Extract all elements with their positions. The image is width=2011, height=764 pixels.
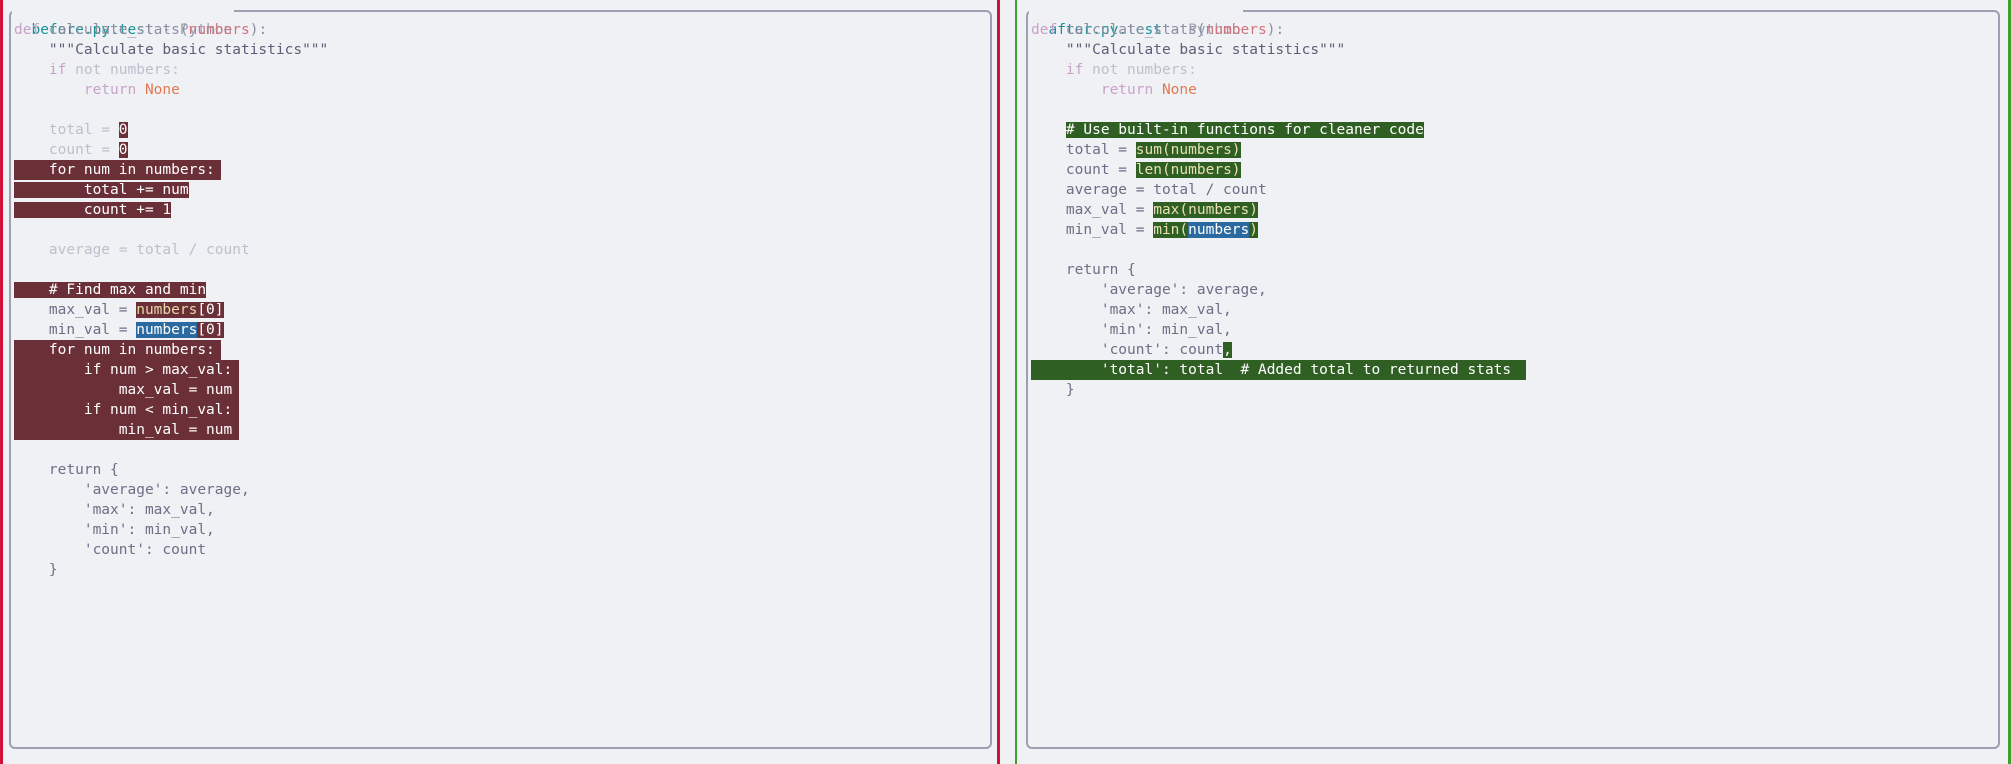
- code-line: 'average': average,: [1031, 282, 1267, 298]
- code-line: average = total / count: [14, 242, 250, 258]
- selected-token: numbers: [136, 322, 198, 338]
- removed-line: for num in numbers:: [14, 342, 215, 358]
- code-line: """Calculate basic statistics""": [1031, 42, 1346, 58]
- before-code-area[interactable]: def calculate_stats(numbers): """Calcula…: [14, 20, 328, 580]
- code-line: if not numbers:: [1031, 62, 1197, 78]
- removed-line: if num > max_val:: [14, 362, 233, 378]
- removed-line: for num in numbers:: [14, 162, 215, 178]
- selected-token: numbers: [1188, 222, 1250, 238]
- removed-line: max_val = num: [14, 382, 233, 398]
- code-line: 'count': count: [14, 542, 207, 558]
- removed-comment-line: # Find max and min: [14, 282, 207, 298]
- removed-accent-bar-left: [0, 0, 3, 764]
- code-line: """Calculate basic statistics""": [14, 42, 329, 58]
- after-code-area[interactable]: def calculate_stats(numbers): """Calcula…: [1031, 20, 1512, 400]
- removed-line: total += num: [14, 182, 189, 198]
- removed-line: count += 1: [14, 202, 172, 218]
- code-line: }: [1031, 382, 1075, 398]
- code-line: min_val = numbers[0]: [14, 322, 224, 338]
- code-line: count = 0: [14, 142, 128, 158]
- after-pane-title: after.py.test - Python: [1029, 0, 1243, 38]
- before-pane-title: before.py.test - Python: [12, 0, 235, 38]
- code-line: min_val = min(numbers): [1031, 222, 1258, 238]
- code-line: max_val = max(numbers): [1031, 202, 1258, 218]
- code-line: total = sum(numbers): [1031, 142, 1241, 158]
- code-line: 'average': average,: [14, 482, 250, 498]
- code-line: return {: [14, 462, 119, 478]
- removed-line: if num < min_val:: [14, 402, 233, 418]
- code-line: 'min': min_val,: [14, 522, 215, 538]
- code-line: 'max': max_val,: [1031, 302, 1232, 318]
- added-accent-bar-left: [1015, 0, 1017, 764]
- code-line: 'min': min_val,: [1031, 322, 1232, 338]
- code-line: def calculate_stats(numbers):: [14, 22, 268, 38]
- removed-line: min_val = num: [14, 422, 233, 438]
- code-line: def calculate_stats(numbers):: [1031, 22, 1285, 38]
- code-line: total = 0: [14, 122, 128, 138]
- code-line: count = len(numbers): [1031, 162, 1241, 178]
- code-line: return None: [1031, 82, 1197, 98]
- removed-accent-bar-right: [997, 0, 1000, 764]
- code-line: average = total / count: [1031, 182, 1267, 198]
- code-line: return {: [1031, 262, 1136, 278]
- added-comment-line: # Use built-in functions for cleaner cod…: [1065, 122, 1424, 138]
- added-line: 'total': total # Added total to returned…: [1031, 362, 1512, 378]
- code-line: if not numbers:: [14, 62, 180, 78]
- code-line: }: [14, 562, 58, 578]
- code-line: 'count': count,: [1031, 342, 1232, 358]
- code-line: 'max': max_val,: [14, 502, 215, 518]
- code-line: max_val = numbers[0]: [14, 302, 224, 318]
- code-line: return None: [14, 82, 180, 98]
